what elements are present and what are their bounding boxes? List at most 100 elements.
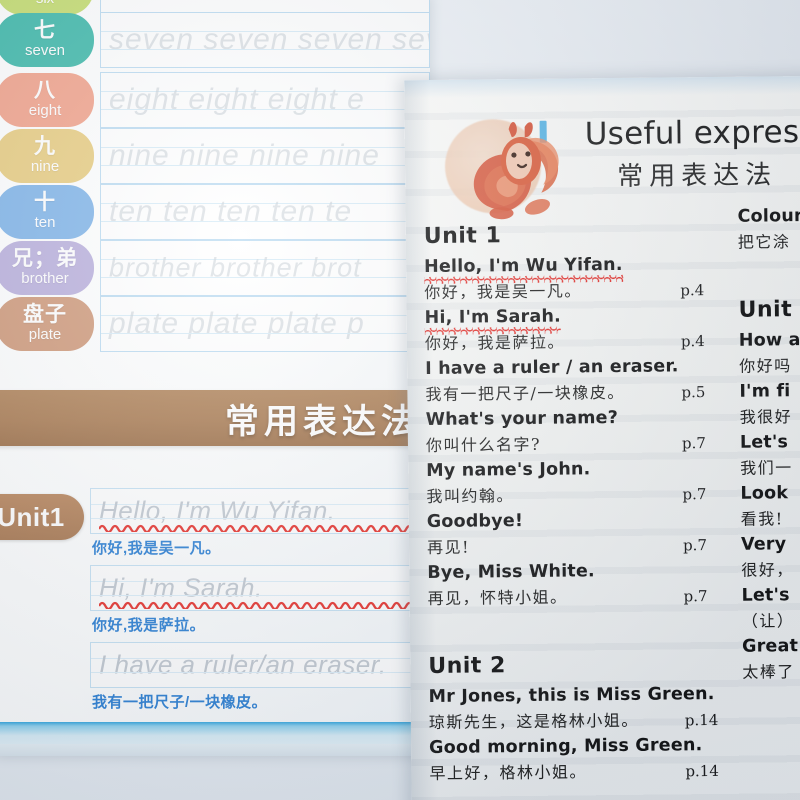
entry-chinese: 把它涂	[737, 232, 791, 252]
handwriting-lines[interactable]: nine nine nine nine	[100, 128, 430, 184]
contents-entry[interactable]: I have a ruler / an eraser. 我有一把尺子/一块橡皮。 p…	[425, 356, 715, 405]
page-top-fold	[404, 75, 800, 99]
entry-chinese: 我叫约翰。	[426, 486, 515, 507]
expression-practice-line[interactable]: Hi, I'm Sarah.	[90, 565, 426, 611]
expression-trace-text: I have a ruler/an eraser.	[99, 649, 387, 680]
unit-tab-label: Unit1	[0, 501, 65, 532]
expression-trace-text: Hi, I'm Sarah.	[99, 572, 263, 603]
trace-text: brother brother brot	[109, 252, 362, 283]
handwriting-lines[interactable]: plate plate plate p	[100, 296, 430, 352]
entry-page-number: p.14	[684, 710, 719, 730]
word-tab-plate[interactable]: 盘子 plate	[0, 297, 94, 351]
entry-chinese: 我们一	[740, 458, 793, 478]
handwriting-lines[interactable]: ten ten ten ten te	[100, 184, 430, 240]
word-tab-english: eight	[28, 102, 62, 120]
handwriting-lines[interactable]: brother brother brot	[100, 240, 430, 296]
entry-page-number: p.4	[680, 332, 705, 351]
entry-english: Colour	[737, 206, 800, 227]
entry-english: Let's	[741, 585, 790, 606]
entry-chinese: 太棒了	[742, 662, 795, 682]
word-tab-seven[interactable]: 七 seven	[0, 13, 94, 67]
contents-entry[interactable]: Look 看我!	[740, 482, 800, 529]
entry-page-number: p.7	[681, 434, 706, 453]
entry-page-number: p.5	[681, 383, 706, 402]
handwriting-lines[interactable]: seven seven seven seven seven	[100, 12, 430, 68]
page-bottom-edge-inner	[0, 744, 430, 756]
trace-text: seven seven seven seven seven	[109, 23, 429, 56]
word-tab-english: six	[36, 0, 54, 8]
contents-entry[interactable]: Hi, I'm Sarah. 你好，我是萨拉。 p.4	[425, 305, 715, 354]
word-tab-chinese: 盘子	[23, 303, 67, 327]
contents-entry[interactable]: How a 你好吗	[739, 329, 800, 376]
expression-trace-text: Hello, I'm Wu Yifan.	[99, 495, 336, 526]
contents-entry[interactable]: Let's 我们一	[740, 431, 800, 478]
contents-entry[interactable]: Goodbye! 再见! p.7	[427, 509, 717, 558]
entry-english: Hello, I'm Wu Yifan.	[423, 254, 623, 278]
entry-english: Mr Jones, this is Miss Green.	[428, 684, 715, 707]
expression-practice-line[interactable]: I have a ruler/an eraser.	[90, 642, 426, 688]
entry-chinese: 我有一把尺子/一块橡皮。	[425, 382, 625, 405]
entry-page-number: p.14	[685, 761, 719, 781]
section-band: 常用表达法	[0, 390, 430, 446]
contents-entry[interactable]: Good morning, Miss Green. 早上好，格林小姐。 p.14	[429, 735, 719, 784]
entry-chinese: 琼斯先生，这是格林小姐。	[428, 710, 639, 732]
contents-entry[interactable]: Mr Jones, this is Miss Green. 琼斯先生，这是格林小姐…	[428, 684, 718, 733]
handwriting-lines[interactable]: eight eight eight e	[100, 72, 430, 128]
word-tab-english: seven	[24, 42, 66, 60]
word-tab-brother[interactable]: 兄；弟 brother	[0, 241, 94, 295]
entry-page-number: p.7	[682, 485, 707, 504]
red-wavy-underline	[99, 601, 419, 609]
word-tab-eight[interactable]: 八 eight	[0, 73, 94, 127]
entry-chinese: 再见，怀特小姐。	[427, 587, 568, 609]
entry-english: Very	[740, 534, 787, 555]
word-tab-english: plate	[28, 326, 62, 344]
practice-row: 十 ten ten ten ten ten te	[0, 184, 430, 240]
expression-translation: 你好,我是吴一凡。	[92, 540, 221, 557]
expression-translation: 你好,我是萨拉。	[92, 617, 206, 634]
contents-entry[interactable]: Colour 把它涂	[737, 205, 800, 252]
trace-text: plate plate plate p	[109, 307, 365, 340]
entry-english: My name's John.	[426, 459, 591, 482]
contents-entry[interactable]: I'm fi 我很好	[739, 380, 800, 427]
left-page-workbook: 六sixsix six six six six七sevenseven seven…	[0, 0, 430, 756]
entry-english: Great	[741, 636, 799, 657]
expression-translation: 我有一把尺子/一块橡皮。	[92, 694, 268, 711]
unit-tab-left[interactable]: Unit1	[0, 494, 84, 540]
trace-text: ten ten ten ten te	[109, 195, 353, 228]
contents-entry[interactable]: My name's John. 我叫约翰。 p.7	[426, 458, 716, 507]
word-tab-chinese: 十	[34, 191, 56, 215]
right-page-contents: Useful expressions 常用表达法 Unit 1 Hello, I'…	[404, 75, 800, 800]
contents-entry[interactable]: Hello, I'm Wu Yifan. 你好，我是吴一凡。 p.4	[424, 254, 714, 303]
contents-gap	[428, 611, 718, 640]
word-tab-chinese: 兄；弟	[12, 247, 78, 271]
word-tab-chinese: 九	[34, 135, 56, 159]
entry-chinese: 你叫什么名字?	[425, 434, 542, 456]
word-tab-ten[interactable]: 十 ten	[0, 185, 94, 239]
contents-entry[interactable]: Great 太棒了	[742, 635, 800, 682]
contents-entry[interactable]: Bye, Miss White. 再见，怀特小姐。 p.7	[427, 560, 717, 609]
practice-row: 盘子 plate plate plate plate p	[0, 296, 430, 352]
entry-english: Hi, I'm Sarah.	[424, 306, 562, 329]
practice-row: 七seven seven seven seven seven seven	[0, 12, 430, 68]
practice-row: 兄；弟 brother brother brother brot	[0, 240, 430, 296]
entry-chinese: 早上好，格林小姐。	[429, 762, 588, 783]
word-tab-nine[interactable]: 九 nine	[0, 129, 94, 183]
red-wavy-underline	[99, 524, 419, 532]
entry-english: I have a ruler / an eraser.	[425, 356, 679, 380]
trace-text: six six six six six	[109, 0, 345, 5]
contents-entry[interactable]: What's your name? 你叫什么名字? p.7	[426, 407, 716, 456]
expression-practice-line[interactable]: Hello, I'm Wu Yifan.	[90, 488, 426, 534]
contents-entry[interactable]: Let's （让）	[741, 584, 800, 631]
section-band-title: 常用表达法	[225, 402, 420, 441]
contents-gap	[738, 256, 800, 283]
expressions-block: Hello, I'm Wu Yifan. 你好,我是吴一凡。 Hi, I'm Sar…	[90, 488, 426, 719]
entry-english: I'm fi	[739, 381, 791, 402]
entry-english: How a	[738, 330, 800, 351]
entry-chinese: 我很好	[739, 407, 793, 427]
trace-text: nine nine nine nine	[109, 139, 380, 172]
entry-english: Good morning, Miss Green.	[429, 735, 703, 758]
contents-entry[interactable]: Very 很好，	[741, 533, 800, 580]
contents-column-right: Colour 把它涂 Unit How a 你好吗 I'm fi 我很好 Let's 我们一 Lo…	[737, 205, 800, 687]
entry-page-number: p.7	[683, 587, 708, 606]
contents-column-left: Unit 1 Hello, I'm Wu Yifan. 你好，我是吴一凡。 p.4 Hi…	[423, 207, 719, 789]
